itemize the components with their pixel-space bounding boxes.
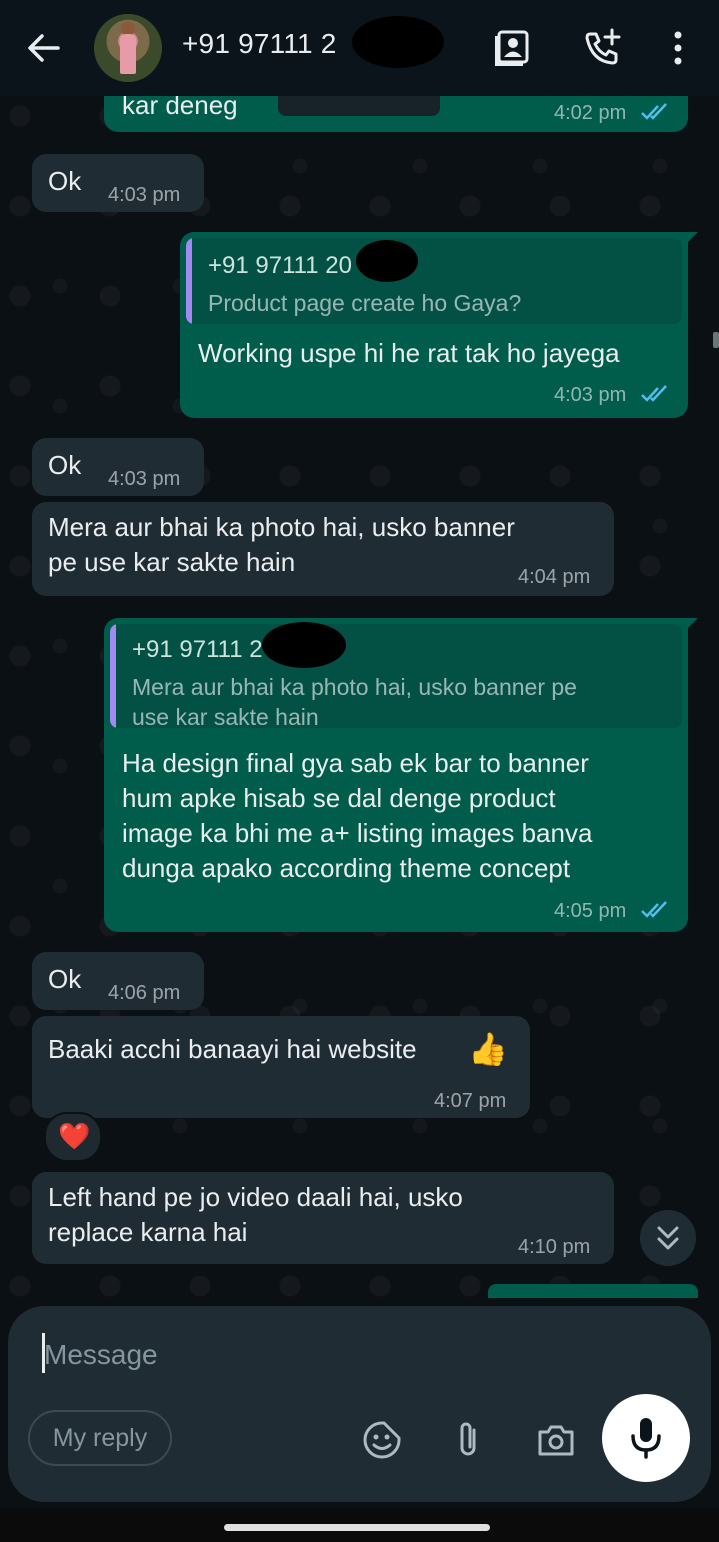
- message-text-line: Ha design final gya sab ek bar to banner: [122, 748, 589, 778]
- message-bubble-incoming[interactable]: Ok 4:03 pm: [32, 154, 204, 212]
- quoted-message[interactable]: +91 97111 20 Product page create ho Gaya…: [186, 238, 682, 324]
- message-bubble-incoming[interactable]: Ok 4:06 pm: [32, 952, 204, 1010]
- date-chip: [278, 96, 440, 116]
- message-text-line: image ka bhi me a+ listing images banva: [122, 818, 593, 848]
- voice-record-button[interactable]: [602, 1394, 690, 1482]
- message-text: kar deneg: [122, 96, 238, 120]
- message-time: 4:10 pm: [518, 1236, 591, 1258]
- message-time: 4:03 pm: [554, 384, 627, 406]
- my-reply-chip[interactable]: My reply: [28, 1410, 172, 1466]
- message-time: 4:05 pm: [554, 900, 627, 922]
- contact-card-icon[interactable]: [490, 26, 534, 70]
- quote-sender: +91 97111 2: [132, 636, 263, 663]
- chat-header: +91 97111 2: [0, 0, 719, 96]
- message-time: 4:03 pm: [108, 468, 181, 490]
- message-reaction[interactable]: ❤️: [44, 1112, 102, 1162]
- message-bubble-outgoing[interactable]: +91 97111 20 Product page create ho Gaya…: [180, 232, 698, 418]
- message-text: Ok: [48, 166, 82, 196]
- redaction-mark: [262, 622, 346, 668]
- next-message-edge: [488, 1284, 698, 1298]
- contact-avatar[interactable]: [94, 14, 162, 82]
- redaction-mark: [352, 16, 444, 68]
- message-time: 4:07 pm: [434, 1090, 507, 1112]
- read-receipt-icon: [641, 385, 667, 402]
- message-text: Baaki acchi banaayi hai website: [48, 1034, 417, 1064]
- message-bubble-incoming[interactable]: Ok 4:03 pm: [32, 438, 204, 496]
- message-bubble-outgoing[interactable]: +91 97111 2 Mera aur bhai ka photo hai, …: [104, 618, 698, 932]
- scrollbar-thumb[interactable]: [713, 332, 719, 348]
- message-text-line: Left hand pe jo video daali hai, usko: [48, 1182, 463, 1212]
- message-bubble-incoming[interactable]: Baaki acchi banaayi hai website 👍 4:07 p…: [32, 1016, 530, 1118]
- message-bubble-incoming[interactable]: Mera aur bhai ka photo hai, usko banner …: [32, 502, 614, 596]
- quoted-message[interactable]: +91 97111 2 Mera aur bhai ka photo hai, …: [110, 624, 682, 728]
- quote-text: Product page create ho Gaya?: [208, 290, 522, 316]
- contact-name[interactable]: +91 97111 2: [182, 28, 337, 60]
- message-text-line: replace karna hai: [48, 1217, 248, 1247]
- message-text: Working uspe hi he rat tak ho jayega: [198, 338, 620, 368]
- back-arrow-icon[interactable]: [22, 26, 66, 70]
- read-receipt-icon: [641, 901, 667, 918]
- read-receipt-icon: [641, 103, 667, 120]
- message-time: 4:04 pm: [518, 566, 591, 588]
- message-bubble-incoming[interactable]: Left hand pe jo video daali hai, usko re…: [32, 1172, 614, 1264]
- message-composer: My reply: [8, 1306, 711, 1502]
- thumbs-up-emoji: 👍: [468, 1031, 508, 1067]
- heart-reaction-icon: ❤️: [58, 1121, 91, 1151]
- message-text-line: dunga apako according theme concept: [122, 853, 571, 883]
- attach-icon[interactable]: [446, 1418, 490, 1462]
- double-chevron-down-icon: [657, 1226, 679, 1250]
- call-add-icon[interactable]: [580, 26, 624, 70]
- quote-text-line: use kar sakte hain: [132, 704, 319, 728]
- quote-accent-bar: [110, 624, 116, 728]
- mic-icon: [631, 1418, 661, 1459]
- message-text: Ok: [48, 450, 82, 480]
- home-indicator[interactable]: [224, 1524, 490, 1531]
- camera-icon[interactable]: [534, 1418, 578, 1462]
- quote-sender: +91 97111 20: [208, 252, 352, 279]
- message-text-line: Mera aur bhai ka photo hai, usko banner: [48, 512, 515, 542]
- chat-area[interactable]: kar deneg 4:02 pm Ok 4:03 pm +91 97111 2…: [0, 96, 719, 1310]
- message-text-line: hum apke hisab se dal denge product: [122, 783, 556, 813]
- more-vert-icon[interactable]: [656, 26, 700, 70]
- redaction-mark: [356, 240, 418, 282]
- message-time: 4:02 pm: [554, 102, 627, 124]
- quote-accent-bar: [186, 238, 192, 324]
- message-text: Ok: [48, 964, 82, 994]
- message-input[interactable]: [42, 1334, 546, 1376]
- message-time: 4:06 pm: [108, 982, 181, 1004]
- message-time: 4:03 pm: [108, 184, 181, 206]
- quote-text-line: Mera aur bhai ka photo hai, usko banner …: [132, 674, 577, 700]
- message-text-line: pe use kar sakte hain: [48, 547, 296, 577]
- scroll-to-bottom-button[interactable]: [640, 1210, 696, 1266]
- sticker-icon[interactable]: [360, 1418, 404, 1462]
- avatar-figure: [120, 34, 136, 74]
